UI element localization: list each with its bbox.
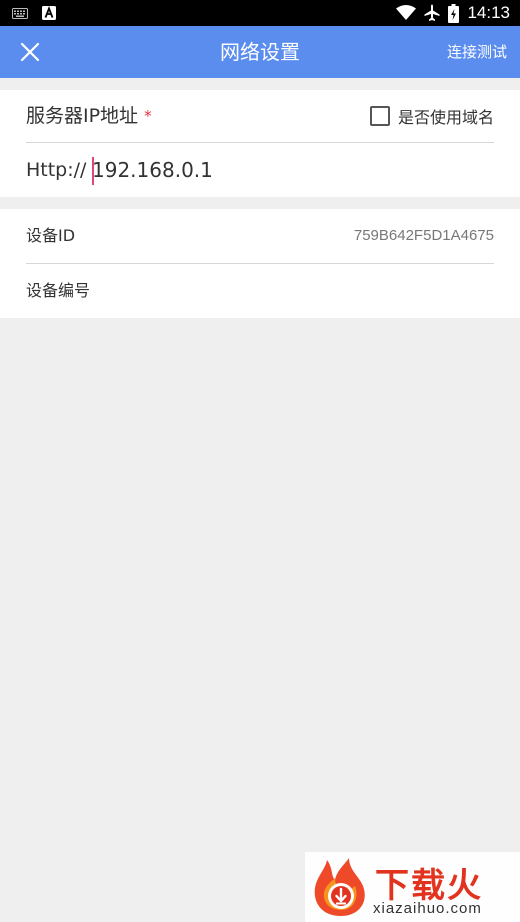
device-id-row: 设备ID 759B642F5D1A4675: [26, 209, 494, 264]
text-cursor: [92, 157, 94, 185]
device-id-label: 设备ID: [26, 226, 76, 245]
url-protocol-prefix: Http://: [26, 159, 87, 181]
use-domain-toggle[interactable]: 是否使用域名: [369, 90, 494, 142]
device-number-label: 设备编号: [26, 281, 91, 300]
top-app-bar: 网络设置 连接测试: [0, 26, 520, 78]
watermark-domain: xiazaihuo.com: [373, 900, 482, 917]
use-domain-checkbox[interactable]: [369, 106, 390, 126]
server-address-row: 服务器IP地址 * 是否使用域名: [26, 90, 494, 143]
status-time: 14:13: [467, 3, 510, 22]
flame-logo-icon: [314, 858, 365, 916]
server-settings-card: 服务器IP地址 * 是否使用域名 Http://: [0, 90, 520, 197]
use-domain-label: 是否使用域名: [397, 108, 494, 127]
connection-test-button[interactable]: 连接测试: [447, 26, 507, 78]
a-notification-icon: [42, 6, 56, 20]
status-left-icons: [12, 5, 56, 21]
server-ip-input[interactable]: [92, 155, 492, 185]
status-bar: 14:13: [0, 0, 520, 26]
status-right-icons: 14:13: [396, 0, 510, 26]
battery-icon: [448, 3, 460, 23]
required-mark: *: [144, 107, 152, 125]
server-url-row: Http://: [26, 143, 494, 197]
server-address-label: 服务器IP地址 *: [26, 90, 152, 143]
server-address-label-text: 服务器IP地址: [26, 105, 139, 127]
wifi-icon: [396, 5, 417, 20]
device-number-row[interactable]: 设备编号: [26, 264, 494, 318]
device-id-value: 759B642F5D1A4675: [353, 227, 494, 244]
airplane-icon: [424, 4, 440, 21]
device-info-card: 设备ID 759B642F5D1A4675 设备编号: [0, 209, 520, 318]
watermark: 下载火 xiazaihuo.com: [305, 852, 520, 922]
page-title: 网络设置: [220, 40, 300, 64]
keyboard-icon: [12, 7, 28, 19]
